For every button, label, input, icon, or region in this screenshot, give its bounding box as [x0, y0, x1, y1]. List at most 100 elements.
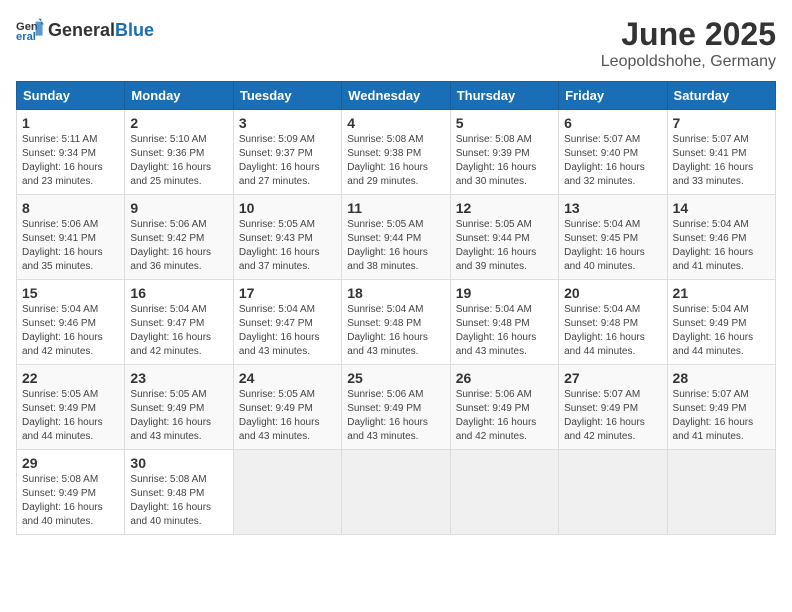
table-row: 1Sunrise: 5:11 AMSunset: 9:34 PMDaylight… — [17, 110, 125, 195]
col-monday: Monday — [125, 82, 233, 110]
day-info: Sunrise: 5:05 AMSunset: 9:44 PMDaylight:… — [456, 218, 553, 274]
day-number: 3 — [239, 115, 336, 131]
table-row — [342, 450, 450, 535]
day-info: Sunrise: 5:04 AMSunset: 9:47 PMDaylight:… — [130, 303, 227, 359]
table-row: 13Sunrise: 5:04 AMSunset: 9:45 PMDayligh… — [559, 195, 667, 280]
day-number: 18 — [347, 285, 444, 301]
day-info: Sunrise: 5:06 AMSunset: 9:42 PMDaylight:… — [130, 218, 227, 274]
table-row: 12Sunrise: 5:05 AMSunset: 9:44 PMDayligh… — [450, 195, 558, 280]
day-info: Sunrise: 5:09 AMSunset: 9:37 PMDaylight:… — [239, 133, 336, 189]
day-info: Sunrise: 5:04 AMSunset: 9:46 PMDaylight:… — [673, 218, 770, 274]
table-row: 7 Sunrise: 5:07 AMSunset: 9:41 PMDaylight… — [667, 110, 775, 195]
table-row: 26 Sunrise: 5:06 AMSunset: 9:49 PMDayligh… — [450, 365, 558, 450]
day-number: 23 — [130, 370, 227, 386]
col-thursday: Thursday — [450, 82, 558, 110]
table-row — [450, 450, 558, 535]
day-info: Sunrise: 5:04 AMSunset: 9:49 PMDaylight:… — [673, 303, 770, 359]
day-info: Sunrise: 5:04 AMSunset: 9:48 PMDaylight:… — [347, 303, 444, 359]
day-info: Sunrise: 5:04 AMSunset: 9:48 PMDaylight:… — [456, 303, 553, 359]
day-info: Sunrise: 5:11 AMSunset: 9:34 PMDaylight:… — [22, 133, 119, 189]
day-number: 19 — [456, 285, 553, 301]
logo-general: General — [48, 20, 115, 41]
day-number: 30 — [130, 455, 227, 471]
table-row: 14 Sunrise: 5:04 AMSunset: 9:46 PMDayligh… — [667, 195, 775, 280]
table-row: 5Sunrise: 5:08 AMSunset: 9:39 PMDaylight… — [450, 110, 558, 195]
calendar-week-5: 29 Sunrise: 5:08 AMSunset: 9:49 PMDayligh… — [17, 450, 776, 535]
table-row: 17 Sunrise: 5:04 AMSunset: 9:47 PMDayligh… — [233, 280, 341, 365]
day-number: 6 — [564, 115, 661, 131]
day-info: Sunrise: 5:07 AMSunset: 9:41 PMDaylight:… — [673, 133, 770, 189]
day-info: Sunrise: 5:10 AMSunset: 9:36 PMDaylight:… — [130, 133, 227, 189]
table-row: 27Sunrise: 5:07 AMSunset: 9:49 PMDayligh… — [559, 365, 667, 450]
day-number: 17 — [239, 285, 336, 301]
table-row — [559, 450, 667, 535]
location-title: Leopoldshohe, Germany — [601, 53, 776, 71]
header: Gen eral GeneralBlue June 2025 Leopoldsh… — [16, 16, 776, 71]
title-area: June 2025 Leopoldshohe, Germany — [601, 16, 776, 71]
day-info: Sunrise: 5:05 AMSunset: 9:49 PMDaylight:… — [22, 388, 119, 444]
col-sunday: Sunday — [17, 82, 125, 110]
day-number: 14 — [673, 200, 770, 216]
table-row: 11 Sunrise: 5:05 AMSunset: 9:44 PMDayligh… — [342, 195, 450, 280]
table-row: 4 Sunrise: 5:08 AMSunset: 9:38 PMDaylight… — [342, 110, 450, 195]
day-number: 13 — [564, 200, 661, 216]
calendar-week-4: 22Sunrise: 5:05 AMSunset: 9:49 PMDayligh… — [17, 365, 776, 450]
table-row: 2 Sunrise: 5:10 AMSunset: 9:36 PMDaylight… — [125, 110, 233, 195]
day-number: 7 — [673, 115, 770, 131]
logo-icon: Gen eral — [16, 16, 44, 44]
day-number: 25 — [347, 370, 444, 386]
table-row: 21 Sunrise: 5:04 AMSunset: 9:49 PMDayligh… — [667, 280, 775, 365]
logo-blue: Blue — [115, 20, 154, 41]
day-info: Sunrise: 5:08 AMSunset: 9:49 PMDaylight:… — [22, 473, 119, 529]
table-row: 19 Sunrise: 5:04 AMSunset: 9:48 PMDayligh… — [450, 280, 558, 365]
svg-text:eral: eral — [16, 31, 36, 43]
day-number: 15 — [22, 285, 119, 301]
day-info: Sunrise: 5:05 AMSunset: 9:43 PMDaylight:… — [239, 218, 336, 274]
day-info: Sunrise: 5:06 AMSunset: 9:49 PMDaylight:… — [456, 388, 553, 444]
table-row: 30Sunrise: 5:08 AMSunset: 9:48 PMDayligh… — [125, 450, 233, 535]
day-number: 21 — [673, 285, 770, 301]
calendar-week-1: 1Sunrise: 5:11 AMSunset: 9:34 PMDaylight… — [17, 110, 776, 195]
table-row: 20 Sunrise: 5:04 AMSunset: 9:48 PMDayligh… — [559, 280, 667, 365]
day-number: 29 — [22, 455, 119, 471]
col-saturday: Saturday — [667, 82, 775, 110]
month-title: June 2025 — [601, 16, 776, 53]
day-info: Sunrise: 5:05 AMSunset: 9:44 PMDaylight:… — [347, 218, 444, 274]
day-number: 10 — [239, 200, 336, 216]
day-info: Sunrise: 5:04 AMSunset: 9:48 PMDaylight:… — [564, 303, 661, 359]
day-number: 11 — [347, 200, 444, 216]
header-row: Sunday Monday Tuesday Wednesday Thursday… — [17, 82, 776, 110]
day-number: 28 — [673, 370, 770, 386]
calendar-week-3: 15 Sunrise: 5:04 AMSunset: 9:46 PMDayligh… — [17, 280, 776, 365]
table-row: 10 Sunrise: 5:05 AMSunset: 9:43 PMDayligh… — [233, 195, 341, 280]
table-row: 24 Sunrise: 5:05 AMSunset: 9:49 PMDayligh… — [233, 365, 341, 450]
day-number: 9 — [130, 200, 227, 216]
day-number: 16 — [130, 285, 227, 301]
day-number: 4 — [347, 115, 444, 131]
day-info: Sunrise: 5:07 AMSunset: 9:40 PMDaylight:… — [564, 133, 661, 189]
table-row: 29 Sunrise: 5:08 AMSunset: 9:49 PMDayligh… — [17, 450, 125, 535]
day-number: 2 — [130, 115, 227, 131]
col-tuesday: Tuesday — [233, 82, 341, 110]
day-number: 20 — [564, 285, 661, 301]
col-friday: Friday — [559, 82, 667, 110]
logo: Gen eral GeneralBlue — [16, 16, 154, 44]
table-row: 28 Sunrise: 5:07 AMSunset: 9:49 PMDayligh… — [667, 365, 775, 450]
table-row: 16 Sunrise: 5:04 AMSunset: 9:47 PMDayligh… — [125, 280, 233, 365]
table-row: 9 Sunrise: 5:06 AMSunset: 9:42 PMDaylight… — [125, 195, 233, 280]
table-row — [667, 450, 775, 535]
table-row: 22Sunrise: 5:05 AMSunset: 9:49 PMDayligh… — [17, 365, 125, 450]
day-number: 5 — [456, 115, 553, 131]
day-info: Sunrise: 5:05 AMSunset: 9:49 PMDaylight:… — [239, 388, 336, 444]
day-info: Sunrise: 5:04 AMSunset: 9:47 PMDaylight:… — [239, 303, 336, 359]
calendar-table: Sunday Monday Tuesday Wednesday Thursday… — [16, 81, 776, 535]
table-row: 8Sunrise: 5:06 AMSunset: 9:41 PMDaylight… — [17, 195, 125, 280]
day-number: 24 — [239, 370, 336, 386]
day-info: Sunrise: 5:06 AMSunset: 9:41 PMDaylight:… — [22, 218, 119, 274]
col-wednesday: Wednesday — [342, 82, 450, 110]
day-info: Sunrise: 5:07 AMSunset: 9:49 PMDaylight:… — [673, 388, 770, 444]
day-info: Sunrise: 5:04 AMSunset: 9:46 PMDaylight:… — [22, 303, 119, 359]
table-row: 6 Sunrise: 5:07 AMSunset: 9:40 PMDaylight… — [559, 110, 667, 195]
day-info: Sunrise: 5:08 AMSunset: 9:38 PMDaylight:… — [347, 133, 444, 189]
day-number: 26 — [456, 370, 553, 386]
